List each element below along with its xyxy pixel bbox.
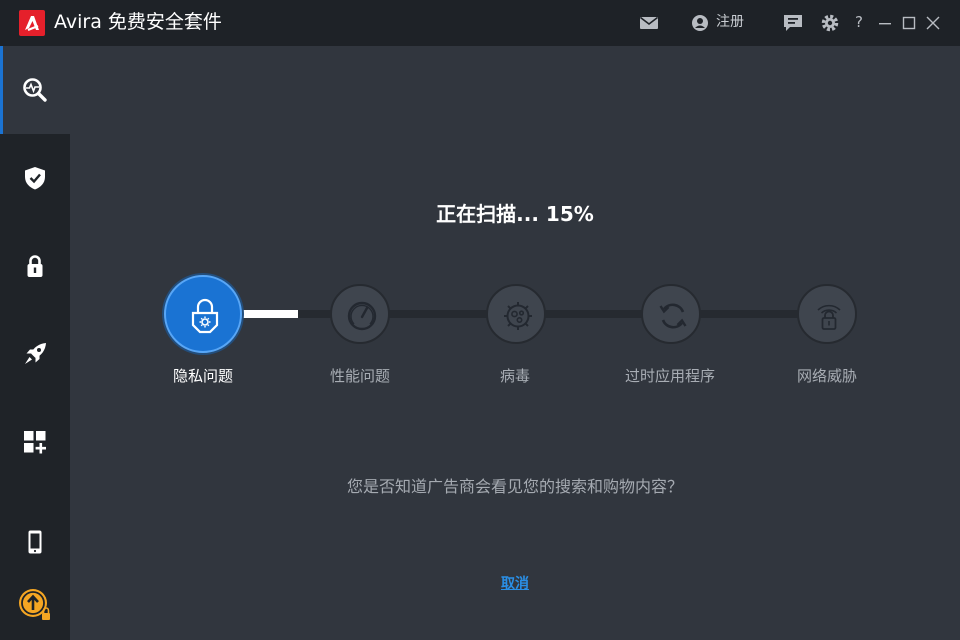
sidebar-item-scan[interactable] [0,46,70,134]
scan-status-title: 正在扫描... 15% [436,202,594,226]
cancel-button[interactable]: 取消 [470,574,560,594]
settings-icon[interactable] [820,13,840,33]
sidebar-item-mobile[interactable] [0,498,70,586]
virus-icon [504,302,532,330]
maximize-icon[interactable] [901,13,921,33]
user-icon[interactable] [691,13,711,33]
privacy-lock-icon [191,298,219,334]
title-bar: Avira 免费安全套件 注册 ? [0,0,960,46]
step-outdated-apps [641,284,701,344]
shield-icon [25,167,45,190]
step-label-network-threats: 网络威胁 [796,367,857,385]
sidebar-item-performance[interactable] [0,310,70,398]
mail-icon[interactable] [639,13,659,33]
app-title: Avira 免费安全套件 [54,11,222,33]
network-lock-icon [817,304,841,330]
upgrade-icon[interactable] [16,586,54,624]
step-label-virus: 病毒 [499,367,530,385]
lock-icon [27,255,43,277]
update-icon [659,303,687,329]
sidebar-item-apps[interactable] [0,398,70,486]
step-label-outdated-apps: 过时应用程序 [624,367,715,385]
avira-logo-icon [19,10,45,36]
step-label-performance: 性能问题 [329,367,390,385]
register-link[interactable]: 注册 [716,12,744,32]
step-label-privacy: 隐私问题 [172,367,233,385]
feedback-icon[interactable] [783,13,803,33]
tip-text: 您是否知道广告商会看见您的搜索和购物内容？ [346,477,683,496]
minimize-icon[interactable] [877,13,897,33]
step-virus [486,284,546,344]
sidebar [0,46,70,640]
rocket-icon [25,343,46,364]
scan-icon [23,78,47,102]
help-icon[interactable]: ? [855,12,863,32]
mobile-icon [28,530,42,554]
step-privacy [164,275,242,353]
apps-add-icon [24,431,46,454]
step-network-threats [797,284,857,344]
sidebar-item-protection[interactable] [0,134,70,222]
step-performance [330,284,390,344]
speedometer-icon [347,301,377,331]
close-icon[interactable] [925,13,945,33]
sidebar-item-privacy[interactable] [0,222,70,310]
